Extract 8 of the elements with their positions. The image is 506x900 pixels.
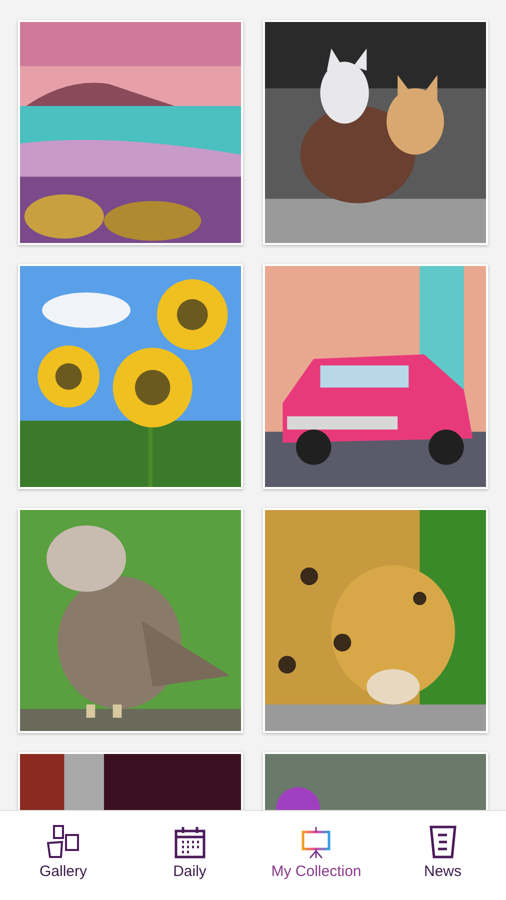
document-icon [428, 825, 457, 859]
nav-tab[interactable]: My Collection [253, 811, 380, 900]
easel-icon [300, 825, 332, 859]
frames-icon [46, 825, 80, 859]
nav-tab[interactable]: Gallery [0, 811, 126, 900]
nav-tab[interactable]: News [380, 811, 506, 900]
nav-tab[interactable]: Daily [126, 811, 253, 900]
calendar-icon [174, 825, 206, 859]
